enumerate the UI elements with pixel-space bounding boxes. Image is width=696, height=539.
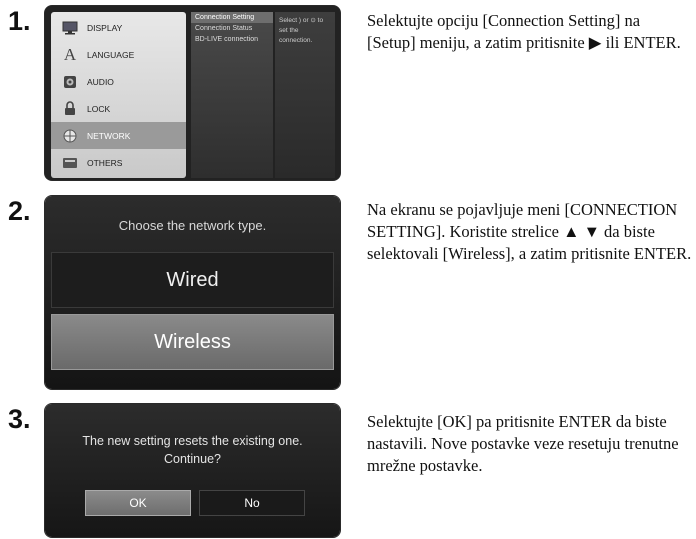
submenu-connection-setting[interactable]: Connection Setting xyxy=(191,12,273,23)
setup-menu-list: DISPLAY A LANGUAGE AUDIO LOCK NETWORK OT… xyxy=(51,12,186,178)
option-wired[interactable]: Wired xyxy=(51,252,334,308)
confirm-message: The new setting resets the existing one.… xyxy=(45,432,340,468)
hint-text: Select ) or ⊙ to set the connection. xyxy=(275,12,335,178)
lock-icon xyxy=(61,101,79,117)
menu-item-label: DISPLAY xyxy=(87,22,123,33)
menu-item-label: LOCK xyxy=(87,103,111,114)
display-icon xyxy=(61,20,79,36)
step-1-number: 1. xyxy=(8,6,31,36)
step-1-description: Selektujte opciju [Connection Setting] n… xyxy=(367,11,681,52)
step-3-description: Selektujte [OK] pa pritisnite ENTER da b… xyxy=(367,412,679,475)
setup-menu-screen: DISPLAY A LANGUAGE AUDIO LOCK NETWORK OT… xyxy=(45,6,340,180)
others-icon xyxy=(61,155,79,171)
audio-icon xyxy=(61,74,79,90)
submenu-bd-live-connection[interactable]: BD-LIVE connection xyxy=(191,34,273,45)
menu-item-network[interactable]: NETWORK xyxy=(51,122,186,149)
step-3-number: 3. xyxy=(8,404,31,434)
confirm-message-line-2: Continue? xyxy=(164,452,221,466)
step-2-description: Na ekranu se pojavljuje meni [CONNECTION… xyxy=(367,200,692,263)
network-icon xyxy=(61,128,79,144)
option-wireless[interactable]: Wireless xyxy=(51,314,334,370)
confirm-message-line-1: The new setting resets the existing one. xyxy=(82,434,303,448)
menu-item-label: NETWORK xyxy=(87,130,131,141)
language-icon: A xyxy=(63,44,77,64)
network-type-title: Choose the network type. xyxy=(118,218,267,233)
confirm-dialog-screen: The new setting resets the existing one.… xyxy=(45,404,340,537)
network-type-screen: Choose the network type. Wired Wireless xyxy=(45,196,340,389)
network-submenu: Connection Setting Connection Status BD-… xyxy=(191,12,273,178)
menu-item-others[interactable]: OTHERS xyxy=(51,149,186,176)
step-2-number: 2. xyxy=(8,196,31,226)
submenu-connection-status[interactable]: Connection Status xyxy=(191,23,273,34)
menu-item-label: OTHERS xyxy=(87,157,123,168)
no-button[interactable]: No xyxy=(199,490,305,516)
menu-item-display[interactable]: DISPLAY xyxy=(51,14,186,41)
ok-button[interactable]: OK xyxy=(85,490,191,516)
menu-item-audio[interactable]: AUDIO xyxy=(51,68,186,95)
menu-item-label: AUDIO xyxy=(87,76,114,87)
menu-item-lock[interactable]: LOCK xyxy=(51,95,186,122)
menu-item-language[interactable]: A LANGUAGE xyxy=(51,41,186,68)
menu-item-label: LANGUAGE xyxy=(87,49,135,60)
